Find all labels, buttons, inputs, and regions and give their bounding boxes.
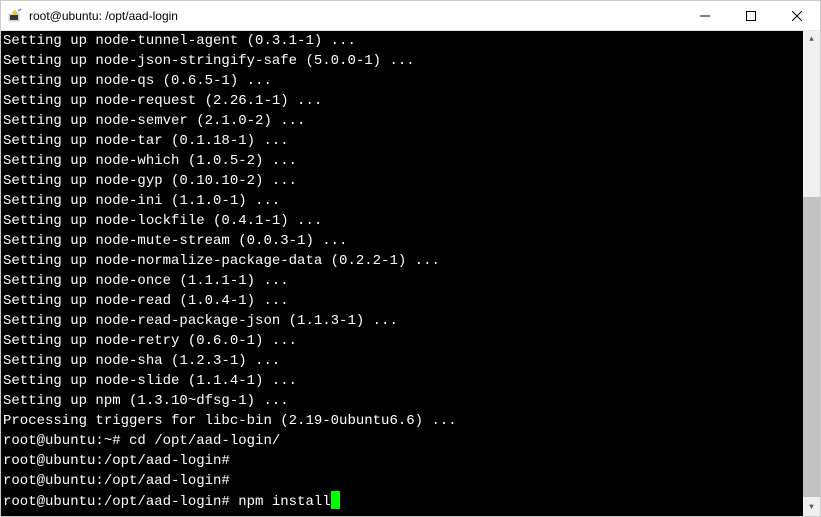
scrollbar-up-arrow[interactable]: ▲ [803,31,820,48]
terminal-line: Setting up node-qs (0.6.5-1) ... [3,71,820,91]
minimize-button[interactable] [682,1,728,30]
terminal-line: Processing triggers for libc-bin (2.19-0… [3,411,820,431]
terminal-content: Setting up node-tunnel-agent (0.3.1-1) .… [1,31,820,512]
terminal-line: Setting up node-json-stringify-safe (5.0… [3,51,820,71]
maximize-button[interactable] [728,1,774,30]
terminal-line: Setting up node-retry (0.6.0-1) ... [3,331,820,351]
terminal-area[interactable]: Setting up node-tunnel-agent (0.3.1-1) .… [1,31,820,516]
terminal-window: root@ubuntu: /opt/aad-login Setting up n… [0,0,821,517]
scrollbar-down-arrow[interactable]: ▼ [803,499,820,516]
terminal-line: root@ubuntu:/opt/aad-login# npm install [3,491,820,512]
terminal-line: root@ubuntu:~# cd /opt/aad-login/ [3,431,820,451]
terminal-line: Setting up node-mute-stream (0.0.3-1) ..… [3,231,820,251]
window-title: root@ubuntu: /opt/aad-login [29,9,682,23]
terminal-line: Setting up node-tar (0.1.18-1) ... [3,131,820,151]
terminal-line: Setting up node-normalize-package-data (… [3,251,820,271]
terminal-line: Setting up node-slide (1.1.4-1) ... [3,371,820,391]
window-controls [682,1,820,30]
terminal-line: Setting up node-read (1.0.4-1) ... [3,291,820,311]
terminal-line: Setting up node-sha (1.2.3-1) ... [3,351,820,371]
putty-icon [7,8,23,24]
terminal-line: root@ubuntu:/opt/aad-login# [3,451,820,471]
terminal-line: Setting up npm (1.3.10~dfsg-1) ... [3,391,820,411]
terminal-line: Setting up node-read-package-json (1.1.3… [3,311,820,331]
titlebar[interactable]: root@ubuntu: /opt/aad-login [1,1,820,31]
close-button[interactable] [774,1,820,30]
terminal-line: Setting up node-request (2.26.1-1) ... [3,91,820,111]
terminal-line: root@ubuntu:/opt/aad-login# [3,471,820,491]
scrollbar-thumb[interactable] [803,197,820,497]
terminal-cursor [331,491,340,509]
scrollbar[interactable]: ▲ ▼ [803,31,820,516]
terminal-line: Setting up node-gyp (0.10.10-2) ... [3,171,820,191]
terminal-line: Setting up node-tunnel-agent (0.3.1-1) .… [3,31,820,51]
terminal-line: Setting up node-once (1.1.1-1) ... [3,271,820,291]
terminal-line: Setting up node-ini (1.1.0-1) ... [3,191,820,211]
terminal-line: Setting up node-lockfile (0.4.1-1) ... [3,211,820,231]
terminal-line: Setting up node-semver (2.1.0-2) ... [3,111,820,131]
terminal-line: Setting up node-which (1.0.5-2) ... [3,151,820,171]
